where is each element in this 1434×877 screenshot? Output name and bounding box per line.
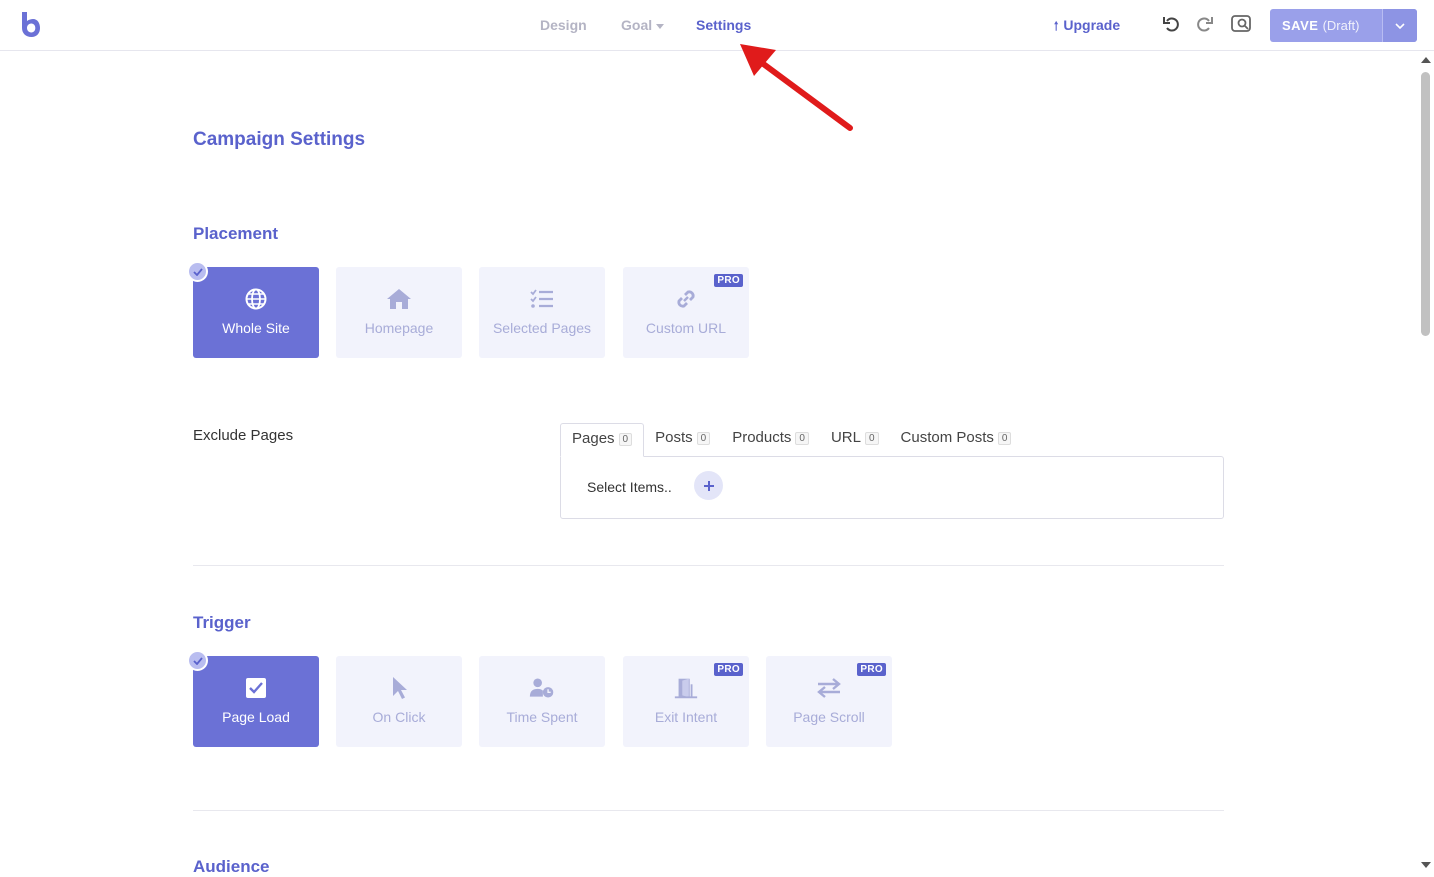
selected-check-icon [187, 261, 208, 282]
count-badge: 0 [795, 431, 809, 445]
count-badge: 0 [696, 431, 711, 445]
pro-badge: PRO [857, 663, 886, 676]
placement-option-custom-url[interactable]: PRO Custom URL [623, 267, 749, 358]
chevron-down-icon [1395, 22, 1405, 29]
trigger-option-page-scroll[interactable]: PRO Page Scroll [766, 656, 892, 747]
select-items-placeholder[interactable]: Select Items.. [587, 479, 672, 495]
scroll-down-icon[interactable] [1421, 862, 1431, 868]
checkbox-icon [243, 675, 269, 701]
trigger-title: Trigger [193, 613, 251, 632]
page-title: Campaign Settings [193, 129, 366, 150]
redo-icon[interactable] [1194, 14, 1214, 34]
tab-posts[interactable]: Posts 0 [644, 423, 721, 457]
selected-check-icon [187, 650, 208, 671]
logo-icon[interactable] [19, 12, 41, 38]
placement-option-label: Homepage [364, 320, 434, 336]
count-badge: 0 [864, 431, 879, 445]
undo-icon[interactable] [1162, 14, 1182, 34]
placement-option-homepage[interactable]: Homepage [336, 267, 462, 358]
home-icon [386, 286, 412, 312]
exclude-tabs: Pages 0 Posts 0 Products 0 URL 0 Custom Post… [560, 423, 1022, 457]
count-badge: 0 [618, 432, 633, 446]
link-icon [673, 286, 699, 312]
pro-badge: PRO [714, 274, 743, 287]
save-status: (Draft) [1322, 18, 1360, 33]
trigger-option-on-click[interactable]: On Click [336, 656, 462, 747]
trigger-option-time-spent[interactable]: Time Spent [479, 656, 605, 747]
tab-pages[interactable]: Pages 0 [560, 423, 645, 457]
globe-icon [243, 286, 269, 312]
tab-goal-label: Goal [621, 17, 653, 33]
checklist-icon [529, 286, 555, 312]
trigger-option-label: Page Load [222, 709, 290, 725]
upgrade-button[interactable]: 🠑 Upgrade [1054, 17, 1120, 38]
section-divider [193, 565, 1224, 566]
count-badge: 0 [997, 431, 1012, 445]
cursor-icon [386, 675, 412, 701]
tab-url[interactable]: URL 0 [820, 423, 890, 457]
preview-icon[interactable] [1230, 14, 1252, 34]
tab-label: Posts [655, 429, 693, 446]
audience-title: Audience [193, 857, 270, 876]
tab-settings-label: Settings [696, 17, 752, 33]
placement-option-label: Selected Pages [492, 320, 592, 336]
save-button[interactable]: SAVE (Draft) [1270, 9, 1382, 42]
annotation-arrow-icon [740, 44, 853, 131]
save-button-group: SAVE (Draft) [1270, 9, 1417, 42]
save-label: SAVE [1282, 18, 1319, 33]
placement-option-label: Whole Site [222, 320, 290, 336]
top-bar: Design Goal Settings 🠑 Upgrade SAVE (Draf… [0, 0, 1434, 51]
exclude-tab-panel: Select Items.. [560, 456, 1224, 519]
user-clock-icon [529, 675, 555, 701]
trigger-option-label: On Click [372, 709, 426, 725]
placement-option-selected-pages[interactable]: Selected Pages [479, 267, 605, 358]
exclude-pages-label: Exclude Pages [193, 427, 294, 444]
tab-label: Pages [572, 430, 615, 447]
trigger-option-page-load[interactable]: Page Load [193, 656, 319, 747]
add-item-button[interactable] [694, 471, 723, 500]
pro-badge: PRO [714, 663, 743, 676]
placement-title: Placement [193, 224, 279, 243]
tab-design[interactable]: Design [540, 17, 587, 33]
trigger-option-label: Page Scroll [793, 709, 865, 725]
tab-label: Custom Posts [900, 429, 994, 446]
save-options-button[interactable] [1382, 9, 1417, 42]
tab-custom-posts[interactable]: Custom Posts 0 [890, 423, 1023, 457]
scrollbar-thumb[interactable] [1421, 72, 1430, 336]
tab-design-label: Design [540, 17, 587, 33]
plus-icon [703, 480, 714, 491]
arrows-exchange-icon [816, 675, 842, 701]
door-exit-icon [673, 675, 699, 701]
scroll-up-icon[interactable] [1421, 57, 1431, 63]
section-divider [193, 810, 1224, 811]
trigger-option-label: Exit Intent [654, 709, 718, 725]
placement-option-whole-site[interactable]: Whole Site [193, 267, 319, 358]
caret-down-icon [656, 23, 665, 29]
tab-label: URL [830, 429, 861, 446]
arrow-up-icon: 🠑 [1054, 19, 1059, 33]
upgrade-label: Upgrade [1063, 17, 1121, 33]
tab-settings[interactable]: Settings [696, 17, 751, 33]
placement-option-label: Custom URL [645, 320, 727, 336]
tab-products[interactable]: Products 0 [721, 423, 820, 457]
trigger-option-label: Time Spent [506, 709, 578, 725]
tab-label: Products [732, 429, 792, 446]
vertical-scrollbar[interactable] [1417, 52, 1434, 872]
tab-goal[interactable]: Goal [621, 17, 665, 33]
trigger-option-exit-intent[interactable]: PRO Exit Intent [623, 656, 749, 747]
